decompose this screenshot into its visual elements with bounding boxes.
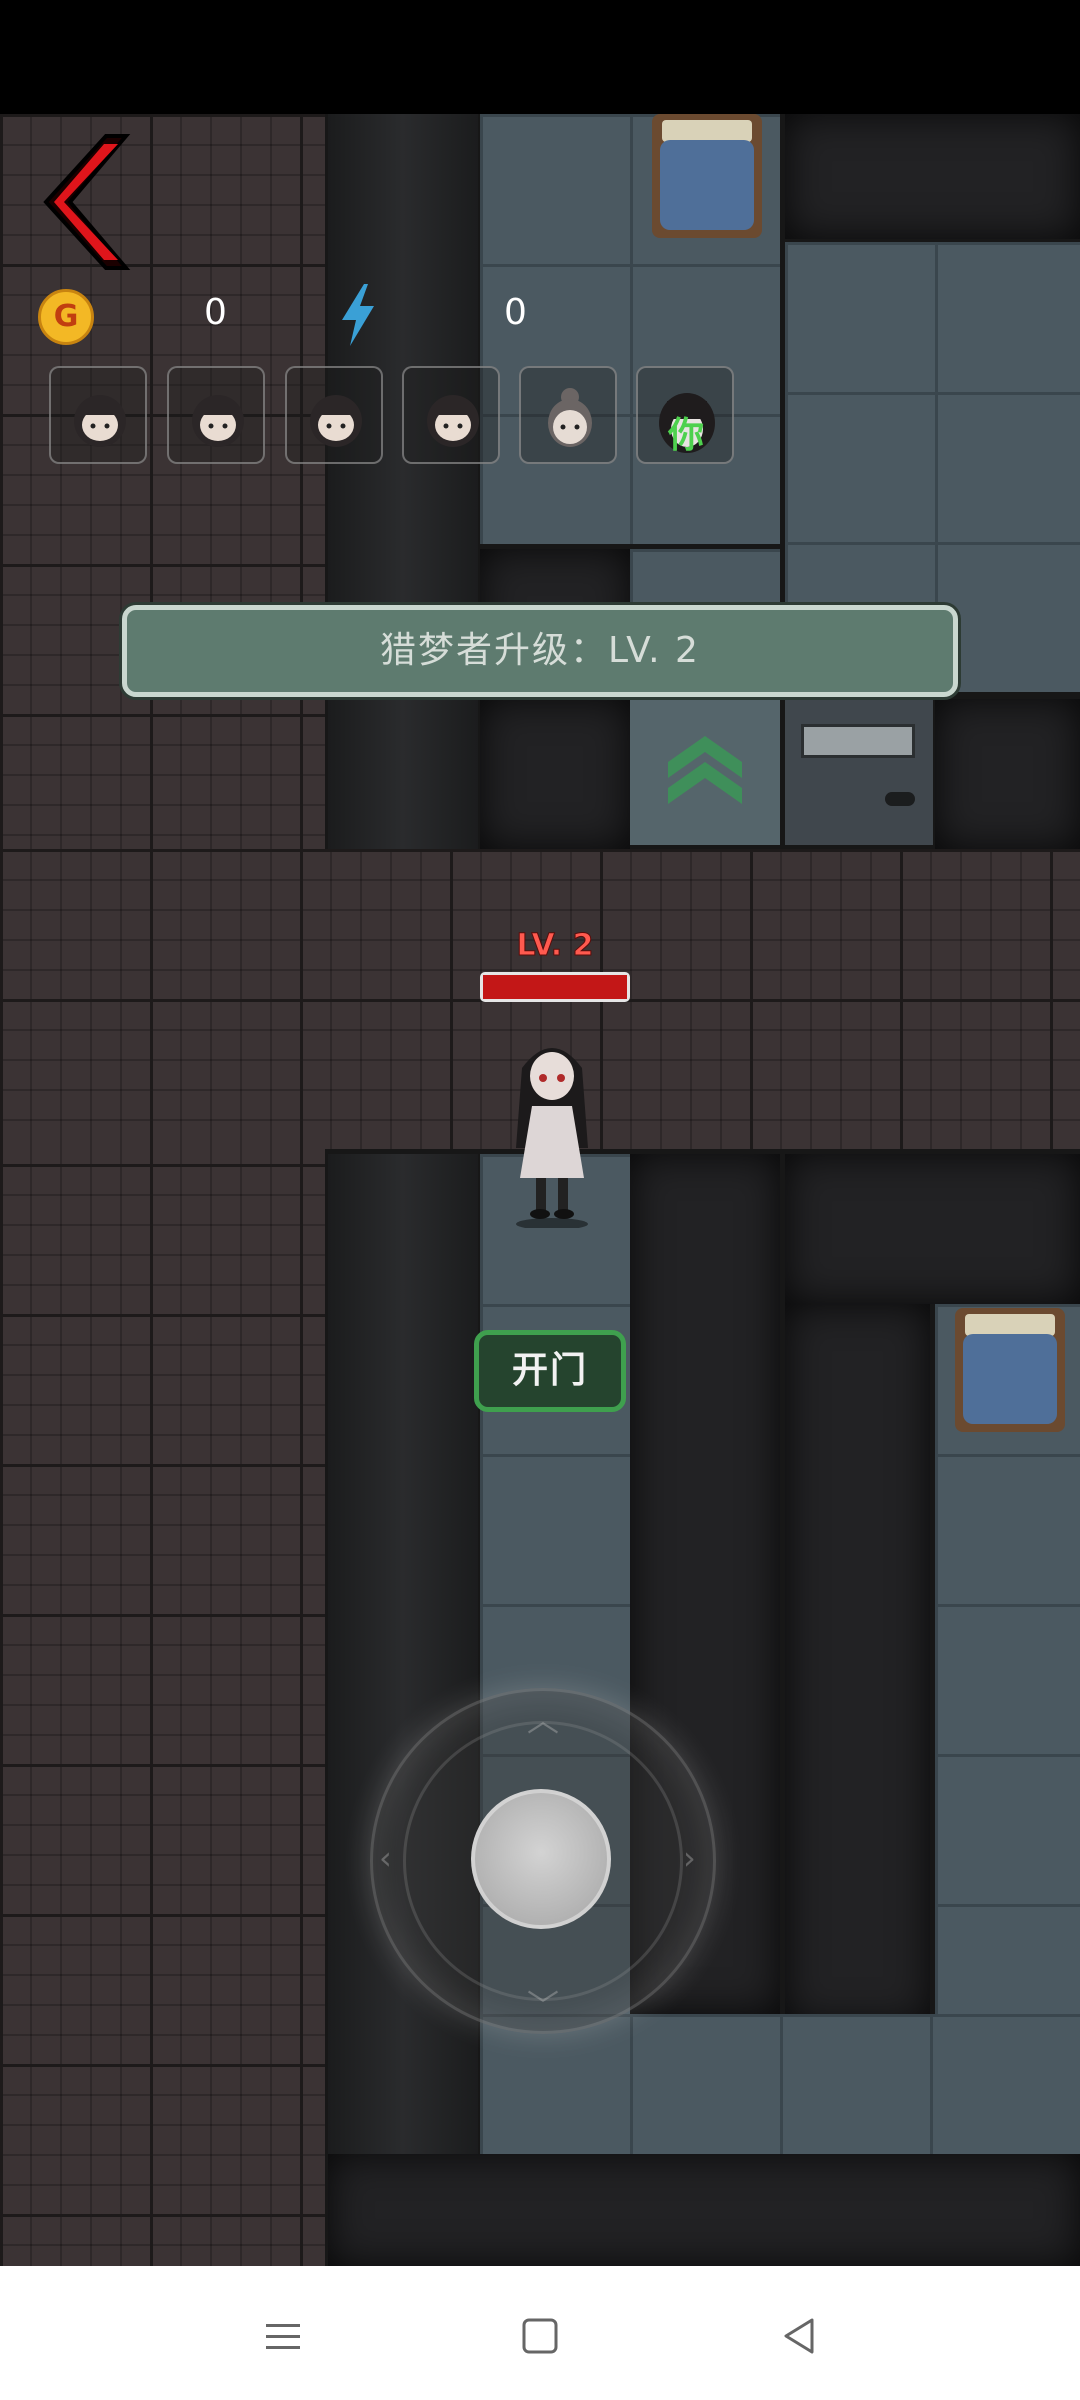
coin-count: 0	[204, 292, 227, 333]
door[interactable]	[785, 700, 933, 845]
system-navigation-bar	[0, 2266, 1080, 2400]
room-wall-corner	[480, 699, 630, 849]
wall-column-left	[328, 114, 478, 849]
tile-room-bottom	[480, 2014, 1080, 2154]
health-fill	[483, 975, 627, 999]
room-wall-right	[935, 699, 1080, 849]
virtual-joystick[interactable]: ︿ ﹀ ‹ ›	[370, 1688, 716, 2034]
hunter-health-bar	[480, 972, 630, 1002]
room-wall-top-right	[785, 114, 1080, 239]
upgrade-banner: 猎梦者升级：LV. 2	[122, 605, 958, 697]
coin-icon: G	[38, 289, 94, 345]
door-window	[801, 724, 915, 758]
player-avatar[interactable]	[167, 366, 265, 464]
girl-avatar-icon	[74, 395, 126, 447]
bed-icon	[955, 1308, 1065, 1432]
upgrade-arrow-button[interactable]	[630, 700, 780, 845]
player-avatar[interactable]	[49, 366, 147, 464]
wall-column-bottom	[328, 1154, 478, 2266]
status-bar	[0, 0, 1080, 114]
back-icon[interactable]	[768, 2306, 828, 2366]
chevron-left-icon: ‹	[379, 1839, 392, 1877]
old-woman-avatar-icon	[548, 388, 592, 447]
hunter-level-label: LV. 2	[516, 928, 594, 964]
you-marker: 你	[668, 415, 705, 456]
girl-avatar-icon	[310, 395, 362, 447]
joystick-knob[interactable]	[471, 1789, 611, 1929]
room-wall-bottom-right	[785, 1154, 1080, 1304]
player-avatar[interactable]	[519, 366, 617, 464]
chevron-up-icon	[668, 736, 742, 804]
back-arrow-icon[interactable]	[38, 132, 138, 272]
player-avatar[interactable]	[402, 366, 500, 464]
player-avatar[interactable]	[285, 366, 383, 464]
girl-avatar-icon	[192, 395, 244, 447]
room-wall-bottom-mid	[785, 1304, 930, 2024]
energy-count: 0	[504, 292, 527, 333]
ghost-girl-character	[516, 1048, 588, 1228]
girl-avatar-icon	[427, 395, 479, 447]
home-icon[interactable]	[510, 2306, 570, 2366]
lightning-icon	[342, 284, 374, 346]
chevron-down-icon: ﹀	[527, 1987, 560, 2025]
menu-icon[interactable]	[252, 2306, 312, 2366]
door-handle	[885, 792, 915, 806]
room-wall-lowest	[328, 2154, 1080, 2266]
chevron-up-icon: ︿	[527, 1701, 560, 1739]
chevron-right-icon: ›	[683, 1839, 696, 1877]
open-door-button[interactable]: 开门	[474, 1330, 626, 1412]
bed-icon	[652, 114, 762, 238]
player-avatar-self[interactable]: 你	[636, 366, 734, 464]
